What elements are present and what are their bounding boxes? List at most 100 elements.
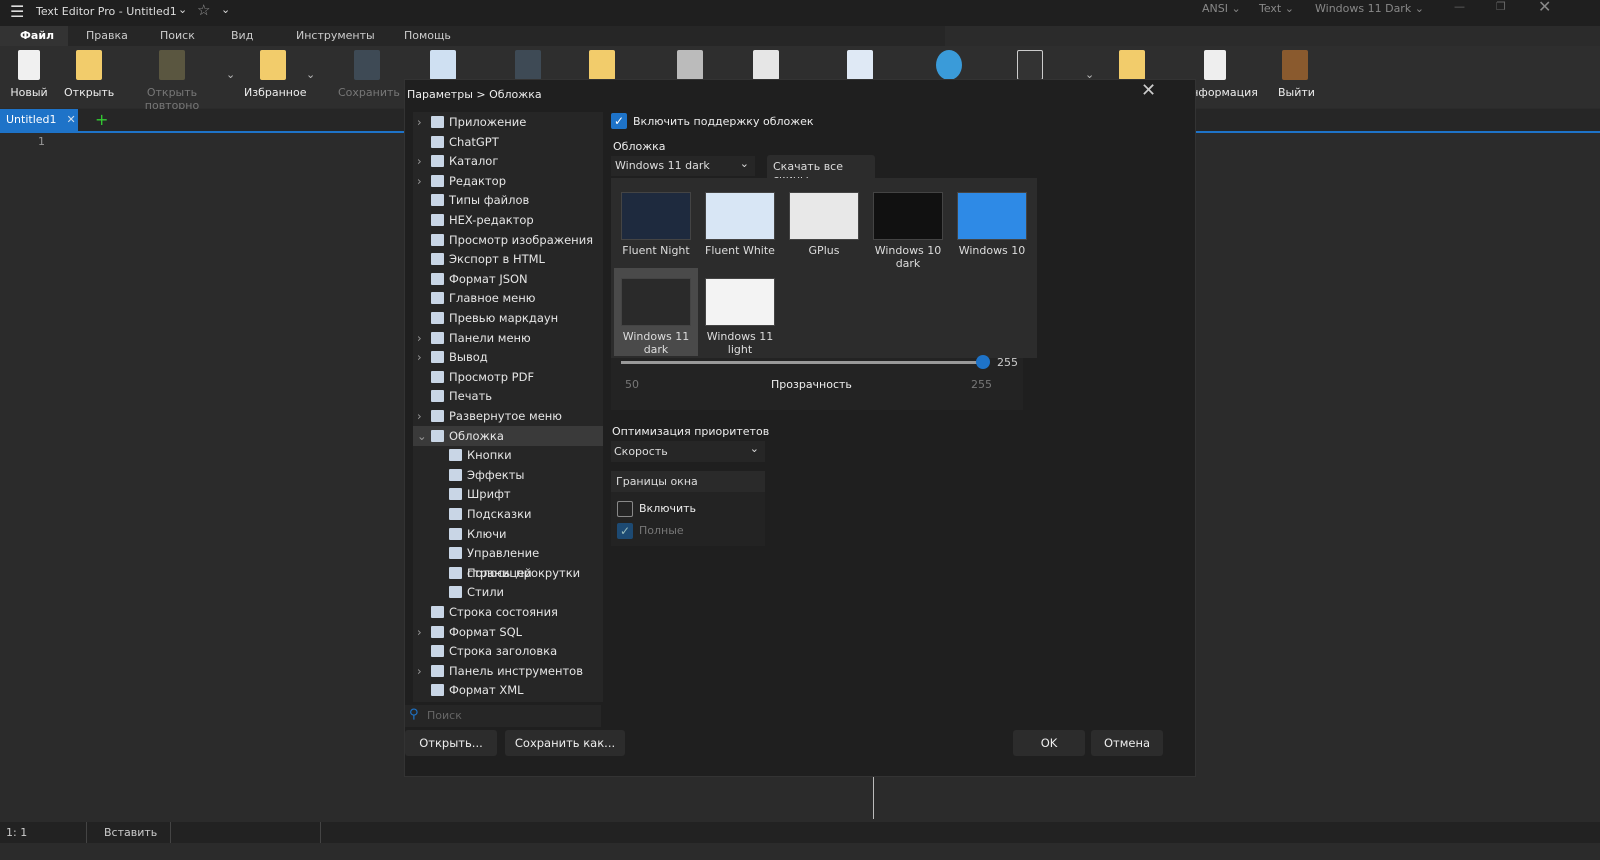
chevron-right-icon[interactable]: ›: [417, 406, 422, 426]
chevron-right-icon[interactable]: ›: [417, 347, 422, 367]
skin-thumbnail[interactable]: [705, 278, 775, 326]
tree-item[interactable]: Полосы прокрутки: [413, 563, 603, 583]
tree-item[interactable]: Формат XML: [413, 680, 603, 700]
label: Новый: [10, 86, 48, 99]
skin-thumbnail[interactable]: [957, 192, 1027, 240]
chevron-down-icon[interactable]: ⌄: [221, 3, 230, 16]
tree-item-label: Редактор: [449, 173, 506, 188]
ok-button[interactable]: OK: [1013, 730, 1085, 756]
encoding-dropdown[interactable]: ANSI ⌄: [1202, 2, 1241, 15]
skin-name[interactable]: Fluent Night: [613, 244, 699, 257]
skin-thumbnail[interactable]: [705, 192, 775, 240]
menu-view[interactable]: Вид: [231, 29, 253, 42]
tree-item[interactable]: › Формат SQL: [413, 622, 603, 642]
tree-item-icon: [431, 606, 444, 618]
tree-item[interactable]: Просмотр PDF: [413, 367, 603, 387]
open-settings-button[interactable]: Открыть...: [405, 730, 497, 756]
tree-item[interactable]: Строка состояния: [413, 602, 603, 622]
menu-edit[interactable]: Правка: [86, 29, 128, 42]
enable-skins-checkbox[interactable]: ✓: [611, 113, 627, 129]
skin-name[interactable]: Windows 11 light: [697, 330, 783, 356]
chevron-right-icon[interactable]: ›: [417, 661, 422, 681]
skin-thumbnail[interactable]: [621, 192, 691, 240]
tree-item[interactable]: Экспорт в HTML: [413, 249, 603, 269]
tree-item-icon: [431, 214, 444, 226]
priority-select[interactable]: Скорость ⌄: [611, 441, 765, 462]
cancel-button[interactable]: Отмена: [1091, 730, 1163, 756]
borders-enable-checkbox[interactable]: [617, 501, 633, 517]
skin-name[interactable]: Fluent White: [697, 244, 783, 257]
tree-item[interactable]: › Приложение: [413, 112, 603, 132]
favorites-button[interactable]: Избранное: [244, 50, 306, 99]
skin-name[interactable]: Windows 11 dark: [613, 330, 699, 356]
chevron-down-icon[interactable]: ⌄: [417, 426, 427, 446]
save-button[interactable]: Сохранить: [338, 50, 400, 99]
tree-item[interactable]: › Развернутое меню: [413, 406, 603, 426]
minimize-button[interactable]: —: [1454, 0, 1465, 13]
chevron-right-icon[interactable]: ›: [417, 328, 422, 348]
insert-mode[interactable]: Вставить: [104, 826, 157, 839]
menu-tools[interactable]: Инструменты: [296, 29, 375, 42]
chevron-right-icon[interactable]: ›: [417, 622, 422, 642]
favorites-dropdown[interactable]: ⌄: [306, 68, 315, 81]
chevron-right-icon[interactable]: ›: [417, 171, 422, 191]
theme-dropdown[interactable]: Windows 11 Dark ⌄: [1315, 2, 1424, 15]
maximize-button[interactable]: ❐: [1496, 0, 1506, 13]
tree-item[interactable]: › Вывод: [413, 347, 603, 367]
download-skins-button[interactable]: Скачать все скины: [767, 155, 875, 186]
hamburger-menu-icon[interactable]: ☰: [10, 2, 24, 21]
tree-item-label: Ключи: [467, 526, 507, 541]
tree-item[interactable]: Превью маркдаун: [413, 308, 603, 328]
tree-item[interactable]: › Панель инструментов: [413, 661, 603, 681]
close-window-button[interactable]: ✕: [1538, 0, 1551, 16]
skin-select[interactable]: Windows 11 dark ⌄: [611, 156, 755, 176]
chevron-right-icon[interactable]: ›: [417, 112, 422, 132]
skin-name[interactable]: Windows 10: [949, 244, 1035, 257]
tree-item[interactable]: Кнопки: [413, 445, 603, 465]
tree-item[interactable]: › Панели меню: [413, 328, 603, 348]
tree-item[interactable]: Печать: [413, 386, 603, 406]
tree-item[interactable]: Стили: [413, 582, 603, 602]
tree-item[interactable]: Шрифт: [413, 484, 603, 504]
tree-item[interactable]: › Каталог: [413, 151, 603, 171]
tree-search-input[interactable]: ⚲ Поиск: [405, 705, 601, 727]
tree-item[interactable]: ChatGPT: [413, 132, 603, 152]
transparency-slider-track[interactable]: [621, 361, 981, 364]
reopen-button[interactable]: Открыть повторно: [122, 50, 222, 112]
tree-item[interactable]: Просмотр изображения: [413, 230, 603, 250]
tree-item[interactable]: Управление страницей: [413, 543, 603, 580]
mode-dropdown[interactable]: Text ⌄: [1259, 2, 1294, 15]
chevron-right-icon[interactable]: ›: [417, 151, 422, 171]
tree-item[interactable]: Ключи: [413, 524, 603, 544]
tree-item[interactable]: Главное меню: [413, 288, 603, 308]
reopen-dropdown[interactable]: ⌄: [226, 68, 235, 81]
skin-thumbnail[interactable]: [621, 278, 691, 326]
close-tab-icon[interactable]: ✕: [67, 113, 76, 126]
tree-item[interactable]: Подсказки: [413, 504, 603, 524]
menu-file[interactable]: Файл: [20, 29, 54, 42]
tree-item-icon: [449, 527, 462, 540]
new-tab-plus-icon[interactable]: +: [95, 110, 108, 129]
skin-thumbnail[interactable]: [789, 192, 859, 240]
tree-item[interactable]: Строка заголовка: [413, 641, 603, 661]
menu-help[interactable]: Помощь: [404, 29, 451, 42]
tree-item[interactable]: HEX-редактор: [413, 210, 603, 230]
tree-item[interactable]: Типы файлов: [413, 190, 603, 210]
skin-name[interactable]: Windows 10 dark: [865, 244, 951, 270]
tab-untitled1[interactable]: Untitled1 ✕: [0, 109, 78, 133]
open-button[interactable]: Открыть: [64, 50, 114, 99]
tree-item[interactable]: Эффекты: [413, 465, 603, 485]
new-button[interactable]: Новый: [10, 50, 48, 99]
tree-item[interactable]: ⌄ Обложка: [413, 425, 603, 446]
menu-search[interactable]: Поиск: [160, 29, 195, 42]
tree-item[interactable]: Формат JSON: [413, 269, 603, 289]
transparency-slider-thumb[interactable]: [976, 355, 990, 369]
save-settings-as-button[interactable]: Сохранить как...: [505, 730, 625, 756]
chevron-down-icon[interactable]: ⌄: [178, 3, 187, 16]
exit-button[interactable]: Выйти: [1278, 50, 1315, 99]
tree-item[interactable]: › Редактор: [413, 171, 603, 191]
skin-name[interactable]: GPlus: [781, 244, 867, 257]
skin-thumbnail[interactable]: [873, 192, 943, 240]
close-dialog-button[interactable]: ✕: [1141, 80, 1156, 101]
star-icon[interactable]: ☆: [197, 1, 210, 19]
